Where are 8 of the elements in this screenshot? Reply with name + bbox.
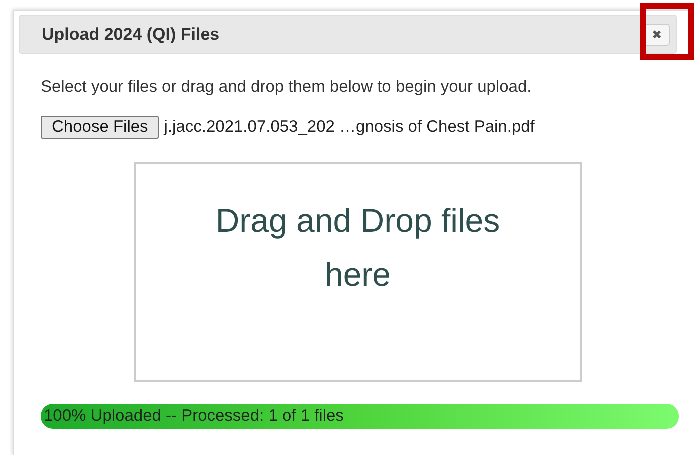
close-button[interactable]: ✖ (644, 24, 670, 46)
dialog-title: Upload 2024 (QI) Files (42, 24, 220, 44)
progress-text: 100% Uploaded -- Processed: 1 of 1 files (44, 407, 344, 426)
choose-files-button[interactable]: Choose Files (41, 116, 160, 139)
file-name: j.jacc.2021.07.053_202 …gnosis of Chest Pain.pdf (164, 118, 535, 137)
drop-zone[interactable]: Drag and Drop files here (134, 162, 582, 382)
instructions-text: Select your files or drag and drop them below to begin your upload. (41, 78, 533, 97)
drop-zone-text: Drag and Drop files here (214, 201, 502, 295)
